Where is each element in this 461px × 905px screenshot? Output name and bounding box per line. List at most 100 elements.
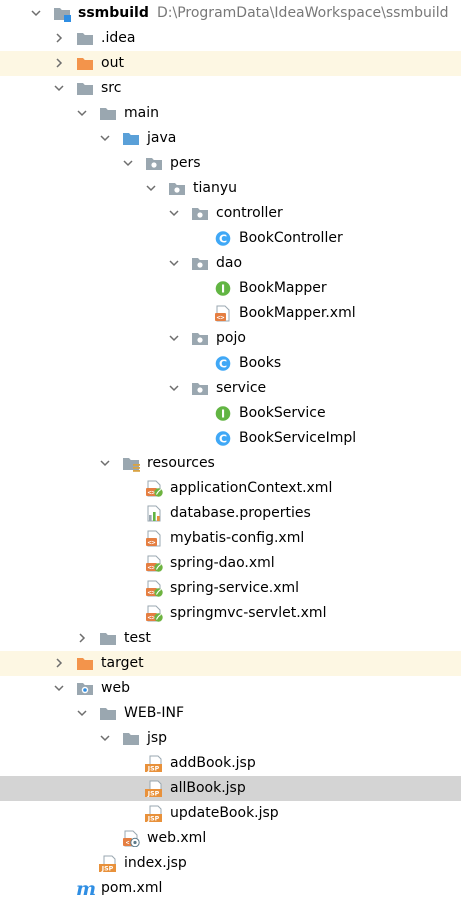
tree-row-dao[interactable]: dao [0, 251, 461, 276]
java-interface-icon: I [214, 280, 232, 297]
tree-row-src[interactable]: src [0, 76, 461, 101]
package-icon [191, 255, 209, 272]
chevron-right-icon[interactable] [75, 631, 89, 645]
tree-item-label: web [101, 680, 130, 696]
tree-item-label: Books [239, 355, 282, 371]
tree-row-pers[interactable]: pers [0, 151, 461, 176]
chevron-down-icon[interactable] [52, 681, 66, 695]
chevron-right-icon[interactable] [52, 656, 66, 670]
chevron-down-icon[interactable] [144, 181, 158, 195]
tree-row-applicationcontext-xml[interactable]: <> applicationContext.xml [0, 476, 461, 501]
tree-row-spring-dao-xml[interactable]: <> spring-dao.xml [0, 551, 461, 576]
tree-item-label: updateBook.jsp [170, 805, 279, 821]
tree-row-controller[interactable]: controller [0, 201, 461, 226]
tree-row-bookservice[interactable]: I BookService [0, 401, 461, 426]
folder-icon [99, 705, 117, 722]
chevron-down-icon[interactable] [98, 456, 112, 470]
tree-row-test[interactable]: test [0, 626, 461, 651]
maven-pom-icon: m [76, 878, 96, 900]
tree-row-spring-service-xml[interactable]: <> spring-service.xml [0, 576, 461, 601]
tree-row-tianyu[interactable]: tianyu [0, 176, 461, 201]
tree-row-database-properties[interactable]: database.properties [0, 501, 461, 526]
svg-text:C: C [219, 358, 227, 371]
tree-item-label: service [216, 380, 267, 396]
tree-row-target[interactable]: target [0, 651, 461, 676]
jsp-file-icon: JSP [99, 855, 117, 873]
svg-text:C: C [219, 233, 227, 246]
spring-xml-icon: <> [145, 480, 163, 497]
chevron-right-icon[interactable] [52, 31, 66, 45]
package-icon [191, 330, 209, 347]
jsp-file-icon: JSP [145, 755, 163, 773]
package-icon [191, 205, 209, 222]
tree-row-updatebook-jsp[interactable]: JSP updateBook.jsp [0, 801, 461, 826]
tree-item-label: BookMapper [239, 280, 327, 296]
chevron-down-icon[interactable] [167, 206, 181, 220]
chevron-down-icon[interactable] [75, 706, 89, 720]
tree-row-addbook-jsp[interactable]: JSP addBook.jsp [0, 751, 461, 776]
tree-item-label: spring-dao.xml [170, 555, 275, 571]
tree-row-allbook-jsp[interactable]: JSP allBook.jsp [0, 776, 461, 801]
chevron-down-icon[interactable] [121, 156, 135, 170]
tree-row-bookcontroller[interactable]: C BookController [0, 226, 461, 251]
tree-row-pom-xml[interactable]: m pom.xml [0, 876, 461, 901]
tree-row-resources[interactable]: resources [0, 451, 461, 476]
tree-row-java[interactable]: java [0, 126, 461, 151]
chevron-right-icon[interactable] [52, 56, 66, 70]
tree-item-label: allBook.jsp [170, 780, 246, 796]
tree-row-web-inf[interactable]: WEB-INF [0, 701, 461, 726]
tree-item-label: pom.xml [101, 880, 163, 896]
tree-row-out[interactable]: out [0, 51, 461, 76]
svg-text:I: I [221, 283, 225, 296]
tree-item-label: BookService [239, 405, 326, 421]
tree-item-label: src [101, 80, 122, 96]
tree-row-bookmapper[interactable]: I BookMapper [0, 276, 461, 301]
source-folder-icon [122, 130, 140, 147]
tree-row-books[interactable]: C Books [0, 351, 461, 376]
tree-row-pojo[interactable]: pojo [0, 326, 461, 351]
tree-row-springmvc-servlet-xml[interactable]: <> springmvc-servlet.xml [0, 601, 461, 626]
package-icon [145, 155, 163, 172]
tree-item-label: dao [216, 255, 243, 271]
jsp-file-icon: JSP [145, 780, 163, 798]
tree-row-bookmapper-xml[interactable]: <> BookMapper.xml [0, 301, 461, 326]
chevron-down-icon[interactable] [167, 331, 181, 345]
tree-row-idea[interactable]: .idea [0, 26, 461, 51]
tree-row-mybatis-config-xml[interactable]: <> mybatis-config.xml [0, 526, 461, 551]
tree-row-ssmbuild[interactable]: ssmbuild D:\ProgramData\IdeaWorkspace\ssm… [0, 1, 461, 26]
chevron-down-icon[interactable] [52, 81, 66, 95]
tree-item-label: resources [147, 455, 215, 471]
excluded-folder-icon [76, 655, 94, 672]
chevron-down-icon[interactable] [98, 731, 112, 745]
folder-icon [76, 80, 94, 97]
spring-xml-icon: <> [145, 580, 163, 597]
chevron-down-icon[interactable] [167, 381, 181, 395]
chevron-down-icon[interactable] [98, 131, 112, 145]
project-path: D:\ProgramData\IdeaWorkspace\ssmbuild [157, 5, 449, 21]
tree-item-label: pojo [216, 330, 246, 346]
svg-text:JSP: JSP [101, 866, 114, 872]
tree-item-label: target [101, 655, 144, 671]
folder-icon [76, 30, 94, 47]
package-icon [168, 180, 186, 197]
tree-row-service[interactable]: service [0, 376, 461, 401]
chevron-down-icon[interactable] [167, 256, 181, 270]
chevron-down-icon[interactable] [29, 6, 43, 20]
tree-row-jsp[interactable]: jsp [0, 726, 461, 751]
folder-icon [122, 730, 140, 747]
folder-icon [99, 630, 117, 647]
tree-item-label: jsp [147, 730, 168, 746]
svg-text:<: < [126, 840, 130, 847]
tree-row-web[interactable]: web [0, 676, 461, 701]
tree-item-label: applicationContext.xml [170, 480, 333, 496]
tree-row-main[interactable]: main [0, 101, 461, 126]
tree-row-web-xml[interactable]: < web.xml [0, 826, 461, 851]
java-class-icon: C [214, 355, 232, 372]
svg-text:C: C [219, 433, 227, 446]
tree-row-bookserviceimpl[interactable]: C BookServiceImpl [0, 426, 461, 451]
chevron-down-icon[interactable] [75, 106, 89, 120]
tree-item-label: addBook.jsp [170, 755, 256, 771]
tree-item-label: BookServiceImpl [239, 430, 357, 446]
web-xml-icon: < [122, 830, 140, 848]
tree-row-index-jsp[interactable]: JSP index.jsp [0, 851, 461, 876]
